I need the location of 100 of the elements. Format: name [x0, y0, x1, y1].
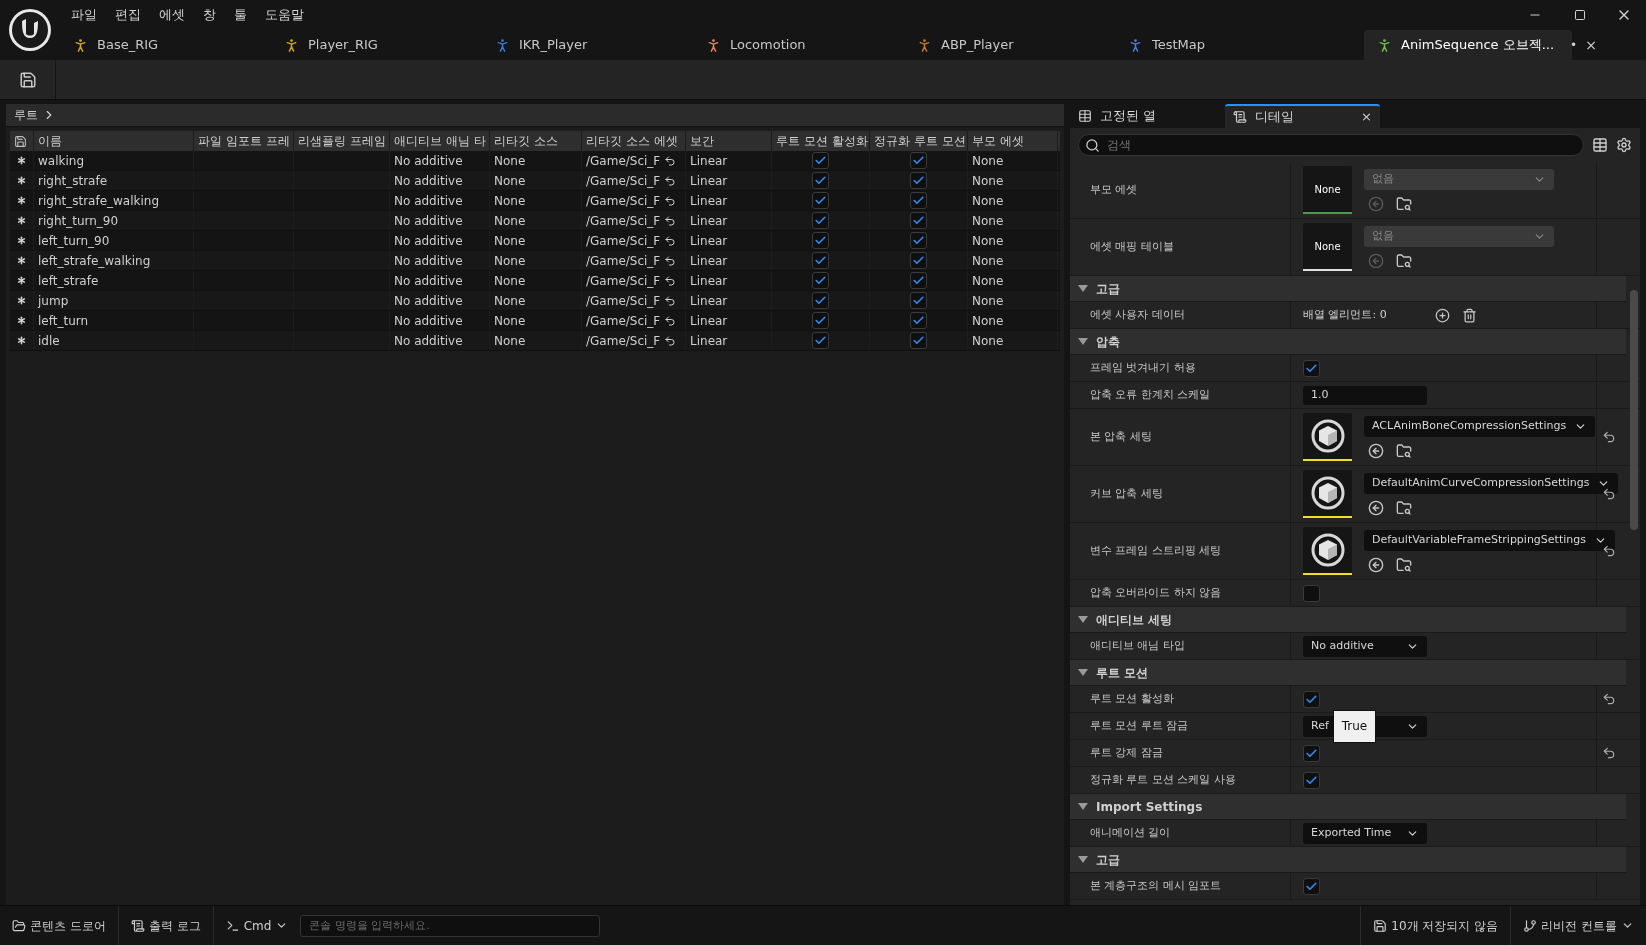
view-options-icon[interactable] [1592, 137, 1608, 153]
tab-close-button[interactable]: × [1585, 34, 1597, 56]
checkbox[interactable] [812, 292, 829, 309]
checkbox[interactable] [812, 312, 829, 329]
checkbox[interactable] [910, 192, 927, 209]
collapse-triangle-icon[interactable] [1078, 337, 1088, 346]
checkbox[interactable] [910, 312, 927, 329]
asset-dropdown[interactable]: DefaultAnimCurveCompressionSettings [1364, 472, 1619, 494]
checkbox[interactable] [1303, 877, 1320, 895]
menu-item[interactable]: 창 [195, 5, 224, 25]
menu-item[interactable]: 편집 [107, 5, 149, 25]
browse-icon[interactable] [1396, 556, 1412, 573]
collapse-triangle-icon[interactable] [1078, 668, 1088, 677]
checkbox[interactable] [910, 232, 927, 249]
reset-icon[interactable] [664, 174, 677, 187]
reset-icon[interactable] [1602, 692, 1616, 706]
checkbox[interactable] [910, 272, 927, 289]
browse-icon[interactable] [1396, 499, 1412, 516]
checkbox[interactable] [910, 292, 927, 309]
collapse-triangle-icon[interactable] [1078, 615, 1088, 624]
checkbox[interactable] [1303, 690, 1320, 708]
document-tab[interactable]: TestMap [1115, 30, 1326, 60]
save-icon[interactable] [18, 70, 37, 89]
menu-item[interactable]: 파일 [63, 5, 105, 25]
cmd-dropdown[interactable]: Cmd [213, 906, 301, 945]
reset-icon[interactable] [1602, 430, 1616, 444]
reset-icon[interactable] [664, 234, 677, 247]
asset-dropdown[interactable]: ACLAnimBoneCompressionSettings [1364, 415, 1596, 437]
content-drawer-button[interactable]: 콘텐츠 드로어 [0, 906, 119, 945]
document-tab[interactable]: Locomotion [693, 30, 904, 60]
reset-icon[interactable] [664, 274, 677, 287]
reset-icon[interactable] [664, 154, 677, 167]
checkbox[interactable] [1303, 771, 1320, 789]
number-field[interactable]: 1.0 [1303, 385, 1427, 405]
reset-icon[interactable] [664, 294, 677, 307]
reset-icon[interactable] [664, 314, 677, 327]
asset-dropdown[interactable]: DefaultVariableFrameStrippingSettings [1364, 529, 1615, 551]
checkbox[interactable] [812, 212, 829, 229]
menu-item[interactable]: 툴 [226, 5, 255, 25]
unsaved-button[interactable]: 10개 저장되지 않음 [1360, 906, 1511, 945]
delete-icon[interactable] [1462, 307, 1477, 323]
combo-box[interactable]: Exported Time [1303, 822, 1427, 844]
document-tab[interactable]: Player_RIG [271, 30, 482, 60]
document-tab[interactable]: Base_RIG [60, 30, 271, 60]
collapse-triangle-icon[interactable] [1078, 855, 1088, 864]
reset-icon[interactable] [664, 214, 677, 227]
checkbox[interactable] [812, 172, 829, 189]
add-icon[interactable] [1435, 307, 1450, 323]
checkbox[interactable] [1303, 584, 1320, 602]
checkbox[interactable] [812, 192, 829, 209]
browse-icon[interactable] [1396, 442, 1412, 459]
scrollbar[interactable] [1630, 290, 1638, 530]
checkbox[interactable] [910, 332, 927, 349]
document-tab[interactable]: ABP_Player [904, 30, 1115, 60]
checkbox[interactable] [812, 252, 829, 269]
combo-box[interactable]: No additive [1303, 635, 1427, 657]
checkbox[interactable] [910, 212, 927, 229]
panel-tab[interactable]: 디테일 × [1225, 104, 1380, 128]
reset-icon[interactable] [1602, 746, 1616, 760]
checkbox[interactable] [812, 332, 829, 349]
checkbox[interactable] [910, 172, 927, 189]
menu-item[interactable]: 도움말 [257, 5, 312, 25]
checkbox[interactable] [812, 272, 829, 289]
check-icon [814, 334, 827, 347]
reset-icon[interactable] [664, 254, 677, 267]
asset-thumbnail[interactable] [1303, 413, 1352, 461]
asset-thumbnail[interactable] [1303, 527, 1352, 575]
tab-close-button[interactable]: × [1361, 107, 1372, 127]
table-cell-text: left_strafe_walking [38, 252, 151, 270]
output-log-button[interactable]: 출력 로그 [118, 906, 214, 945]
reset-icon[interactable] [664, 334, 677, 347]
settings-icon[interactable] [1616, 137, 1632, 153]
checkbox[interactable] [812, 152, 829, 169]
table-cell-text: idle [38, 332, 60, 350]
reset-icon[interactable] [664, 194, 677, 207]
collapse-triangle-icon[interactable] [1078, 802, 1088, 811]
table-cell-text: None [494, 172, 526, 190]
panel-tab[interactable]: 고정된 열 [1070, 104, 1225, 128]
reset-icon[interactable] [1602, 544, 1616, 558]
app-logo-icon[interactable] [7, 7, 53, 53]
console-input[interactable]: 콘솔 명령을 입력하세요. [300, 914, 601, 937]
collapse-triangle-icon[interactable] [1078, 284, 1088, 293]
maximize-icon[interactable] [1574, 9, 1586, 21]
reset-icon[interactable] [1602, 487, 1616, 501]
document-tab[interactable]: IKR_Player [482, 30, 693, 60]
checkbox[interactable] [910, 152, 927, 169]
revision-control-button[interactable]: 리비전 컨트롤 [1510, 906, 1646, 945]
asset-icon [15, 174, 28, 187]
search-field[interactable]: 검색 [1078, 134, 1584, 156]
table-cell-text: None [494, 192, 526, 210]
checkbox[interactable] [1303, 744, 1320, 762]
menu-item[interactable]: 에셋 [151, 5, 193, 25]
asset-thumbnail[interactable] [1303, 470, 1352, 518]
breadcrumb[interactable]: 루트 [14, 106, 38, 124]
checkbox[interactable] [812, 232, 829, 249]
table-cell-text: None [972, 192, 1004, 210]
section-title: 루트 모션 [1096, 664, 1149, 682]
checkbox[interactable] [1303, 359, 1320, 377]
checkbox[interactable] [910, 252, 927, 269]
save-icon[interactable] [14, 134, 27, 148]
